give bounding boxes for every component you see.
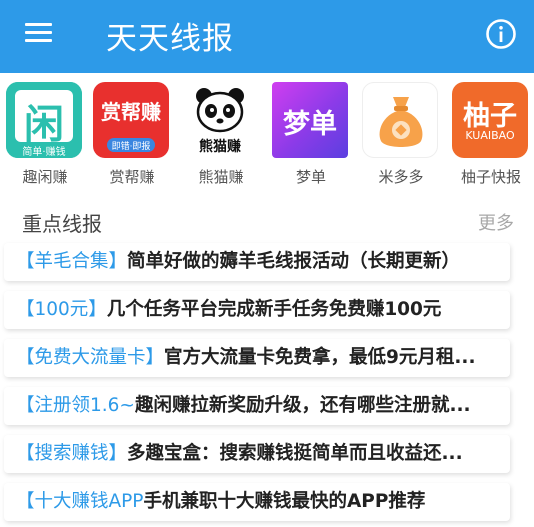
miduoduo-app-icon <box>362 82 438 158</box>
app-label: 熊猫赚 <box>198 168 244 186</box>
app-label: 赏帮赚 <box>109 168 155 186</box>
news-tag: 【搜索赚钱】 <box>16 443 128 464</box>
youzikuaibao-icon-caption: KUAIBAO <box>465 129 515 142</box>
app-item-mengdan[interactable]: 梦单 梦单 <box>266 82 356 192</box>
news-title: 趣闲赚拉新奖励升级，还有哪些注册就... <box>134 395 471 416</box>
app-label: 趣闲赚 <box>22 168 68 186</box>
youzikuaibao-icon-glyph: 柚子 <box>463 101 517 132</box>
news-title: 手机兼职十大赚钱最快的APP推荐 <box>143 491 426 512</box>
app-item-quxianzhuan[interactable]: 闲 简单·赚钱 趣闲赚 <box>0 82 90 192</box>
news-title: 多趣宝盒：搜索赚钱挺简单而且收益还... <box>127 443 463 464</box>
news-tag: 【100元】 <box>16 299 107 320</box>
news-tag: 【十大赚钱APP <box>16 491 144 512</box>
hamburger-menu-icon[interactable] <box>21 19 55 45</box>
news-item[interactable]: 【100元】几个任务平台完成新手任务免费赚100元 <box>4 291 510 329</box>
panda-app-icon: 熊猫赚 <box>182 82 258 158</box>
top-app-bar: 天天线报 <box>0 0 534 73</box>
section-title: 重点线报 <box>22 212 102 236</box>
news-title: 简单好做的薅羊毛线报活动（长期更新） <box>127 251 461 272</box>
news-item[interactable]: 【羊毛合集】简单好做的薅羊毛线报活动（长期更新） <box>4 243 510 281</box>
news-item[interactable]: 【十大赚钱APP手机兼职十大赚钱最快的APP推荐 <box>4 483 510 521</box>
panda-icon-caption: 熊猫赚 <box>199 139 241 155</box>
news-tag: 【注册领1.6~ <box>16 395 135 416</box>
app-shortcuts: 闲 简单·赚钱 趣闲赚 赏帮赚 即错·即报 赏帮赚 熊猫赚 熊猫赚 梦单 梦单 … <box>0 82 534 192</box>
youzikuaibao-app-icon: 柚子 KUAIBAO <box>452 82 528 158</box>
quxianzhuan-app-icon: 闲 简单·赚钱 <box>6 82 82 158</box>
money-bag-icon <box>379 97 423 147</box>
news-item[interactable]: 【搜索赚钱】多趣宝盒：搜索赚钱挺简单而且收益还... <box>4 435 510 473</box>
shangbangzhuan-icon-caption: 即错·即报 <box>111 142 151 152</box>
news-tag: 【免费大流量卡】 <box>16 347 165 368</box>
quxianzhuan-icon-caption: 简单·赚钱 <box>22 147 66 158</box>
app-title: 天天线报 <box>106 21 234 57</box>
app-item-shangbangzhuan[interactable]: 赏帮赚 即错·即报 赏帮赚 <box>87 82 177 192</box>
app-item-xiongmaozhuan[interactable]: 熊猫赚 熊猫赚 <box>176 82 266 192</box>
app-label: 米多多 <box>378 168 424 186</box>
mengdan-app-icon: 梦单 <box>272 82 348 158</box>
more-link[interactable]: 更多 <box>478 209 514 235</box>
app-item-miduoduo[interactable]: 米多多 <box>356 82 446 192</box>
news-title: 官方大流量卡免费拿，最低9元月租... <box>164 347 476 368</box>
quxianzhuan-icon-glyph: 闲 <box>24 102 64 148</box>
app-label: 梦单 <box>295 168 326 186</box>
info-circle-icon[interactable] <box>484 17 518 51</box>
news-item[interactable]: 【免费大流量卡】官方大流量卡免费拿，最低9元月租... <box>4 339 510 377</box>
mengdan-icon-glyph: 梦单 <box>283 109 337 140</box>
shangbangzhuan-icon-glyph: 赏帮赚 <box>101 100 161 124</box>
app-item-youzikuaibao[interactable]: 柚子 KUAIBAO 柚子快报 <box>446 82 534 192</box>
app-label: 柚子快报 <box>460 168 521 186</box>
shangbangzhuan-app-icon: 赏帮赚 即错·即报 <box>93 82 169 158</box>
news-tag: 【羊毛合集】 <box>16 251 128 272</box>
news-title: 几个任务平台完成新手任务免费赚100元 <box>106 299 442 320</box>
news-item[interactable]: 【注册领1.6~趣闲赚拉新奖励升级，还有哪些注册就... <box>4 387 510 425</box>
